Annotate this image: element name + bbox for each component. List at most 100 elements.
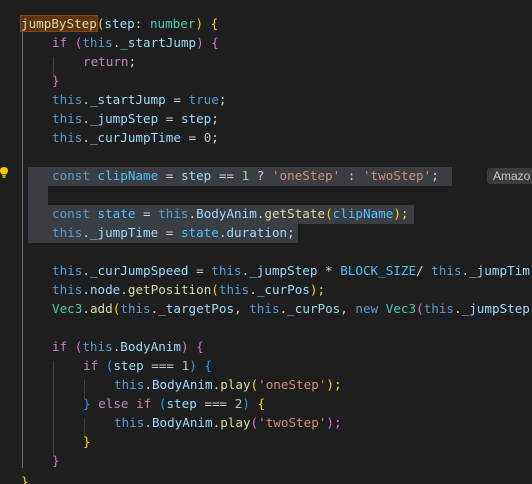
code-token: } bbox=[83, 396, 91, 411]
code-token: getState bbox=[264, 206, 326, 221]
code-token: * bbox=[317, 263, 341, 278]
code-token: this bbox=[423, 301, 455, 316]
code-token: . bbox=[82, 92, 90, 107]
code-token: this bbox=[431, 263, 462, 278]
code-token: BLOCK_SIZE bbox=[340, 263, 417, 278]
code-line[interactable]: this._jumpTime = state.duration; bbox=[0, 223, 532, 242]
code-token: = bbox=[165, 92, 189, 107]
code-line[interactable]: this.BodyAnim.play('twoStep'); bbox=[0, 413, 532, 432]
code-token: { bbox=[204, 358, 212, 373]
code-token: { bbox=[211, 35, 219, 50]
code-token: this bbox=[114, 377, 145, 392]
code-token: = bbox=[135, 206, 159, 221]
code-token: ; bbox=[287, 225, 295, 240]
code-token: step bbox=[104, 16, 135, 31]
code-token: this bbox=[218, 282, 250, 297]
code-token: ) bbox=[196, 35, 212, 50]
code-token: _jumpStep bbox=[89, 111, 159, 126]
code-token: 'oneStep' bbox=[271, 168, 341, 183]
code-line[interactable]: this._curJumpTime = 0; bbox=[0, 128, 532, 147]
code-token: ( bbox=[67, 339, 83, 354]
code-token: _jumpStep bbox=[461, 301, 530, 316]
code-token: ? bbox=[249, 168, 272, 183]
code-token: _curPos bbox=[287, 301, 341, 316]
code-token: / bbox=[416, 263, 432, 278]
code-token: _curJumpTime bbox=[89, 130, 181, 145]
code-line[interactable]: if (this.BodyAnim) { bbox=[0, 337, 532, 356]
code-token: this bbox=[82, 35, 113, 50]
code-token: this bbox=[158, 206, 189, 221]
code-line[interactable]: } bbox=[0, 71, 532, 90]
code-token: = bbox=[158, 111, 181, 126]
code-token: duration bbox=[226, 225, 288, 240]
code-token: . bbox=[82, 111, 90, 126]
code-line[interactable]: this._curJumpSpeed = this._jumpStep * BL… bbox=[0, 261, 532, 280]
code-token: ); bbox=[393, 206, 409, 221]
code-line[interactable]: } bbox=[0, 432, 532, 451]
code-line[interactable]: } bbox=[0, 451, 532, 470]
code-line[interactable]: this.node.getPosition(this._curPos); bbox=[0, 280, 532, 299]
code-line[interactable]: if (step === 1) { bbox=[0, 356, 532, 375]
lightbulb-icon[interactable] bbox=[0, 167, 8, 178]
code-token: 'twoStep' bbox=[362, 168, 432, 183]
code-token: } bbox=[52, 73, 60, 88]
code-token: this bbox=[52, 130, 83, 145]
code-token: { bbox=[196, 339, 204, 354]
code-token: ; bbox=[218, 92, 227, 107]
code-token: return bbox=[83, 54, 129, 69]
code-line[interactable]: const state = this.BodyAnim.getState(cli… bbox=[0, 204, 532, 223]
code-token: = bbox=[158, 225, 181, 240]
code-line[interactable]: jumpByStep(step: number) { bbox=[0, 14, 532, 33]
code-token: , bbox=[340, 301, 356, 316]
code-token: , bbox=[234, 301, 250, 316]
code-token: ; bbox=[211, 130, 219, 145]
code-token: this bbox=[114, 415, 145, 430]
code-token: = bbox=[180, 130, 204, 145]
code-token: _jumpTim bbox=[469, 263, 530, 278]
code-token: _curPos bbox=[256, 282, 310, 297]
code-line[interactable]: this._startJump = true; bbox=[0, 90, 532, 109]
code-token: . bbox=[82, 225, 90, 240]
code-line[interactable]: if (this._startJump) { bbox=[0, 33, 532, 52]
code-token: state bbox=[180, 225, 219, 240]
code-line[interactable]: return; bbox=[0, 52, 532, 71]
closing-brace: } bbox=[21, 474, 29, 484]
code-token: _targetPos bbox=[158, 301, 235, 316]
code-token: this bbox=[120, 301, 151, 316]
code-token: } bbox=[83, 434, 91, 449]
code-token: } bbox=[52, 453, 60, 468]
code-token: true bbox=[188, 92, 219, 107]
code-line[interactable]: Vec3.add(this._targetPos, this._curPos, … bbox=[0, 299, 532, 318]
code-token: new bbox=[355, 301, 379, 316]
code-token: this bbox=[211, 263, 242, 278]
code-token: ; bbox=[128, 54, 137, 69]
code-token: this bbox=[52, 263, 83, 278]
code-line[interactable]: const clipName = step == 1 ? 'oneStep' :… bbox=[0, 166, 532, 185]
code-token: if bbox=[136, 396, 152, 411]
code-token: == bbox=[211, 168, 242, 183]
code-token: . bbox=[454, 301, 462, 316]
code-token: ; bbox=[431, 168, 439, 183]
code-token: ( bbox=[250, 377, 259, 392]
code-token: if bbox=[52, 339, 68, 354]
code-token: node bbox=[89, 282, 121, 297]
code-editor[interactable]: jumpByStep(step: number) { if (this._sta… bbox=[0, 0, 532, 484]
code-token: . bbox=[82, 282, 90, 297]
code-token: . bbox=[82, 130, 90, 145]
selection-highlight bbox=[28, 186, 48, 205]
code-token: this bbox=[249, 301, 280, 316]
code-token: { bbox=[257, 396, 266, 411]
code-line[interactable]: this.BodyAnim.play('oneStep'); bbox=[0, 375, 532, 394]
code-line[interactable]: this._jumpStep = step; bbox=[0, 109, 532, 128]
code-token: ); bbox=[326, 415, 342, 430]
code-token: ( bbox=[67, 35, 83, 50]
code-token: . bbox=[82, 301, 90, 316]
code-token: _startJump bbox=[120, 35, 197, 50]
code-token: clipName bbox=[97, 168, 159, 183]
code-token: 'oneStep' bbox=[258, 377, 327, 392]
code-token: BodyAnim bbox=[151, 415, 213, 430]
code-token: _jumpTime bbox=[89, 225, 159, 240]
code-line[interactable]: } else if (step === 2) { bbox=[0, 394, 532, 413]
inline-suggestion-hint[interactable]: Amazo bbox=[487, 168, 532, 184]
